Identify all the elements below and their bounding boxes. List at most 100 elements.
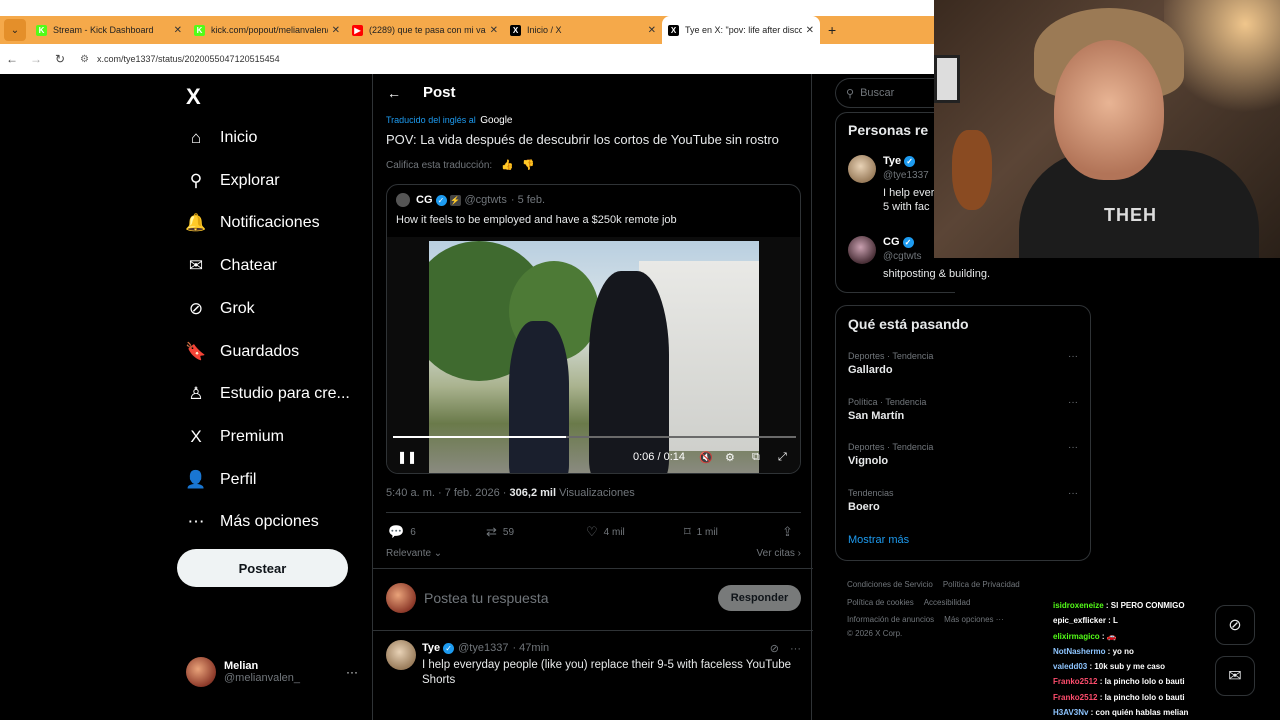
pip-icon[interactable]: ⧉ bbox=[752, 451, 760, 464]
nav-item-perfil[interactable]: 👤 Perfil bbox=[185, 465, 256, 495]
more-icon[interactable]: ··· bbox=[1068, 442, 1078, 453]
left-navigation: X ⌂ Inicio ⚲ Explorar 🔔 Notificaciones ✉ Chatea… bbox=[0, 74, 372, 720]
browser-tab[interactable]: X Inicio / X ✕ bbox=[504, 16, 662, 44]
nav-item-explorar[interactable]: ⚲ Explorar bbox=[186, 166, 280, 196]
heart-icon: ♡ bbox=[586, 524, 598, 539]
reply-button[interactable]: 💬 6 bbox=[388, 524, 416, 540]
person-bio-line: 5 with fac bbox=[883, 201, 930, 213]
post-button[interactable]: Postear bbox=[177, 549, 348, 587]
chat-message: Franko2512 : la pincho lolo o bauti bbox=[1053, 690, 1233, 705]
post-timestamp[interactable]: 5:40 a. m. · 7 feb. 2026 · bbox=[386, 487, 506, 499]
more-icon[interactable]: ··· bbox=[1068, 351, 1078, 362]
terms-link[interactable]: Condiciones de Servicio bbox=[847, 580, 933, 589]
chat-username[interactable]: elixirmagico bbox=[1053, 632, 1100, 641]
chat-username[interactable]: valedd03 bbox=[1053, 662, 1087, 671]
trend-item[interactable]: Deportes · Tendencia Gallardo ··· bbox=[848, 351, 1078, 376]
trend-name: San Martín bbox=[848, 409, 905, 422]
nav-item-estudio-para-cre[interactable]: ♙ Estudio para cre... bbox=[186, 379, 349, 409]
reply-submit-button[interactable]: Responder bbox=[718, 585, 801, 611]
chat-username[interactable]: NotNashermo bbox=[1053, 647, 1105, 656]
more-icon[interactable]: ··· bbox=[1068, 488, 1078, 499]
more-icon[interactable]: ··· bbox=[1068, 397, 1078, 408]
reply-author-name[interactable]: Tye bbox=[422, 642, 440, 654]
browser-tab[interactable]: X Tye en X: "pov: life after discov ✕ bbox=[662, 16, 820, 44]
fullscreen-icon[interactable]: ⤢ bbox=[778, 451, 787, 464]
back-arrow-icon[interactable]: ← bbox=[0, 52, 24, 66]
close-icon[interactable]: ✕ bbox=[648, 25, 656, 36]
trend-item[interactable]: Deportes · Tendencia Vignolo ··· bbox=[848, 442, 1078, 467]
chat-username[interactable]: isidroxeneize bbox=[1053, 601, 1104, 610]
back-arrow-icon[interactable]: ← bbox=[387, 85, 401, 101]
chat-text: con quién hablas melian bbox=[1095, 708, 1189, 718]
grok-icon[interactable]: ⊘ bbox=[770, 643, 779, 655]
replies-sort-row: Relevante ⌄ Ver citas › bbox=[386, 548, 801, 559]
mute-icon[interactable]: 🔇 bbox=[699, 451, 713, 464]
quoted-author-name[interactable]: CG bbox=[416, 194, 433, 206]
search-input[interactable]: ⚲ Buscar bbox=[835, 78, 945, 108]
cookies-link[interactable]: Política de cookies bbox=[847, 598, 914, 607]
privacy-link[interactable]: Política de Privacidad bbox=[943, 580, 1020, 589]
close-icon[interactable]: ✕ bbox=[332, 25, 340, 36]
bookmark-button[interactable]: ⌑ 1 mil bbox=[684, 524, 718, 540]
account-switcher[interactable]: Melian @melianvalen_ ··· bbox=[186, 656, 358, 688]
chat-username[interactable]: epic_exflicker bbox=[1053, 616, 1106, 625]
nav-item-grok[interactable]: ⊘ Grok bbox=[186, 294, 255, 324]
quoted-author-handle: @cgtwts bbox=[464, 194, 507, 206]
chat-username[interactable]: H3AV3Nv bbox=[1053, 708, 1088, 717]
nav-item-inicio[interactable]: ⌂ Inicio bbox=[186, 123, 258, 153]
close-icon[interactable]: ✕ bbox=[490, 25, 498, 36]
sort-relevant-dropdown[interactable]: Relevante ⌄ bbox=[386, 548, 442, 559]
video-frame bbox=[429, 241, 759, 473]
new-tab-button[interactable]: + bbox=[828, 22, 836, 38]
nav-item-premium[interactable]: X Premium bbox=[186, 422, 284, 452]
trend-item[interactable]: Política · Tendencia San Martín ··· bbox=[848, 397, 1078, 422]
share-icon: ⇪ bbox=[782, 524, 793, 539]
accessibility-link[interactable]: Accesibilidad bbox=[924, 598, 971, 607]
nav-item-chatear[interactable]: ✉ Chatear bbox=[186, 251, 277, 281]
premium-x-icon: X bbox=[190, 426, 202, 446]
nav-item-guardados[interactable]: 🔖 Guardados bbox=[185, 337, 299, 367]
repost-button[interactable]: ⇄ 59 bbox=[486, 524, 514, 540]
browser-tab[interactable]: ▶ (2289) que te pasa con mi vaca ✕ bbox=[346, 16, 504, 44]
tab-search-menu-button[interactable]: ⌄ bbox=[4, 19, 26, 41]
nav-item-notificaciones[interactable]: 🔔 Notificaciones bbox=[185, 208, 319, 238]
more-options-link[interactable]: Más opciones ··· bbox=[944, 615, 1004, 624]
chat-username[interactable]: Franko2512 bbox=[1053, 693, 1097, 702]
reply-input[interactable]: Postea tu respuesta bbox=[424, 590, 718, 606]
pause-icon[interactable]: ❚❚ bbox=[397, 450, 417, 464]
view-quotes-link[interactable]: Ver citas › bbox=[757, 548, 801, 559]
person-name: Tye bbox=[883, 155, 902, 167]
show-more-link[interactable]: Mostrar más bbox=[848, 534, 909, 546]
chat-message: epic_exflicker : L bbox=[1053, 613, 1233, 628]
search-icon: ⚲ bbox=[846, 87, 855, 100]
like-button[interactable]: ♡ 4 mil bbox=[586, 524, 625, 540]
quoted-post[interactable]: CG ✓ ⚡ @cgtwts · 5 feb. How it feels to … bbox=[386, 184, 801, 474]
chat-username[interactable]: Franko2512 bbox=[1053, 677, 1097, 686]
trend-item[interactable]: Tendencias Boero ··· bbox=[848, 488, 1078, 513]
guitar-image bbox=[952, 130, 992, 210]
reload-icon[interactable]: ↻ bbox=[48, 52, 72, 66]
grok-float-button[interactable]: ⊘ bbox=[1215, 605, 1255, 645]
chevron-down-icon: ⌄ bbox=[431, 548, 443, 559]
browser-tab[interactable]: K Stream - Kick Dashboard ✕ bbox=[30, 16, 188, 44]
site-settings-icon[interactable]: ⚙ bbox=[80, 54, 89, 65]
ads-info-link[interactable]: Información de anuncios bbox=[847, 615, 934, 624]
settings-gear-icon[interactable]: ⚙ bbox=[725, 451, 735, 464]
chat-message: valedd03 : 10k sub y me caso bbox=[1053, 659, 1233, 674]
x-logo-icon[interactable]: X bbox=[186, 84, 201, 110]
messages-float-button[interactable]: ✉ bbox=[1215, 656, 1255, 696]
close-icon[interactable]: ✕ bbox=[806, 25, 814, 36]
close-icon[interactable]: ✕ bbox=[174, 25, 182, 36]
more-icon[interactable]: ··· bbox=[790, 643, 801, 655]
browser-tab[interactable]: Kkick.com/popout/melianvalen/ ✕ bbox=[188, 16, 346, 44]
tab-title: Inicio / X bbox=[527, 25, 562, 35]
more-icon[interactable]: ··· bbox=[346, 665, 358, 679]
thumbs-down-icon[interactable]: 👎 bbox=[522, 160, 534, 171]
forward-arrow-icon[interactable]: → bbox=[24, 52, 48, 66]
share-button[interactable]: ⇪ bbox=[782, 524, 799, 540]
video-player[interactable]: ❚❚ 0:06 / 0:14 🔇 ⚙ ⧉ ⤢ bbox=[387, 237, 800, 473]
url-field[interactable]: ⚙ x.com/tye1337/status/20200550471205154… bbox=[80, 48, 934, 70]
thumbs-up-icon[interactable]: 👍 bbox=[501, 160, 513, 171]
nav-item-más-opciones[interactable]: ⋯ Más opciones bbox=[186, 507, 319, 537]
video-progress-bar[interactable] bbox=[393, 436, 796, 438]
